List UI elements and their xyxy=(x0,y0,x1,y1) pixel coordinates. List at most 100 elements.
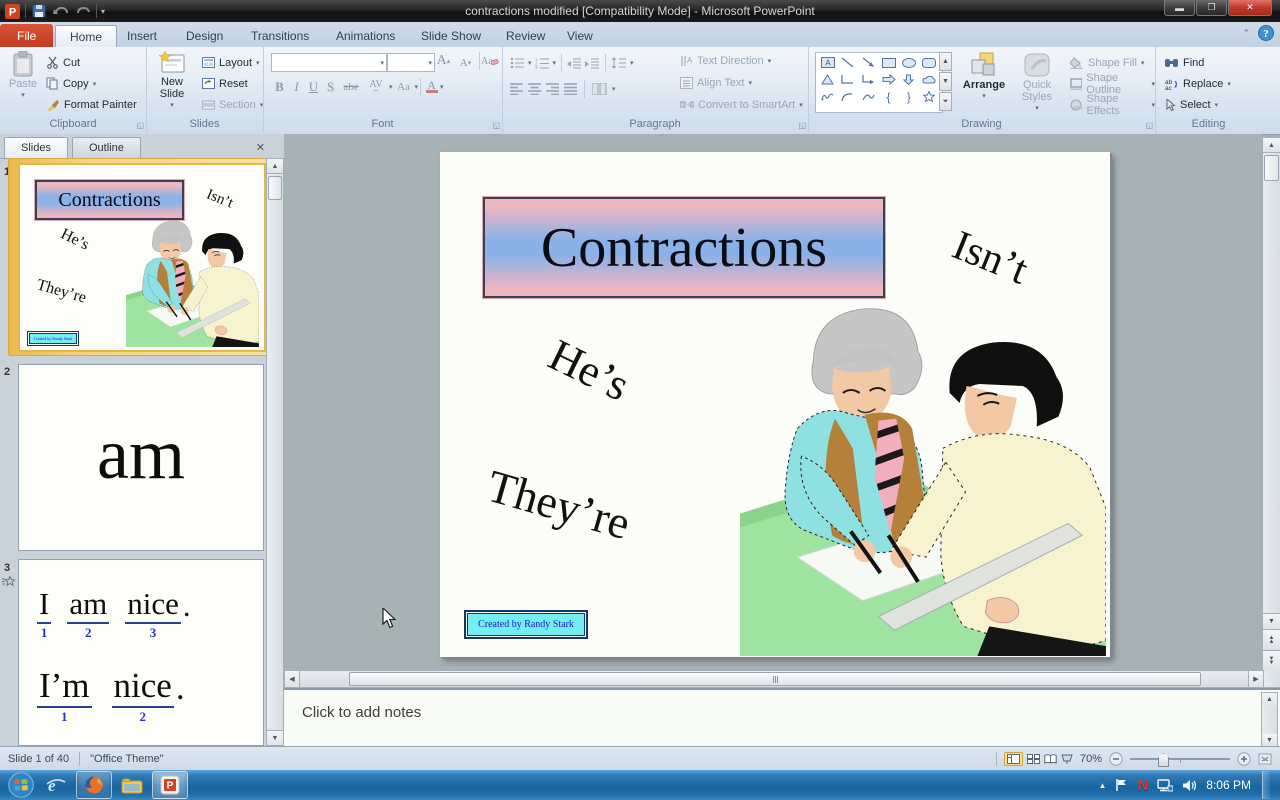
qat-customize-icon[interactable]: ▾ xyxy=(101,7,105,16)
shape-rectangle-icon[interactable] xyxy=(879,55,898,70)
shape-outline-button[interactable]: Shape Outline▾ xyxy=(1070,74,1155,93)
view-normal-button[interactable] xyxy=(1004,752,1023,766)
shapes-scroll-up-icon[interactable]: ▲ xyxy=(939,52,952,71)
action-center-flag-icon[interactable] xyxy=(1115,778,1128,792)
scroll-thumb[interactable] xyxy=(1264,155,1279,181)
shape-elbow-icon[interactable] xyxy=(838,72,857,87)
clear-formatting-icon[interactable]: Aa xyxy=(481,52,499,70)
shapes-scroll-down-icon[interactable]: ▼ xyxy=(939,72,952,91)
slide-thumbnail-2[interactable]: am xyxy=(18,364,264,551)
zoom-out-button[interactable] xyxy=(1109,752,1123,766)
shape-rounded-rectangle-icon[interactable] xyxy=(920,55,939,70)
start-button[interactable] xyxy=(6,771,36,799)
panel-scroll-up-icon[interactable]: ▲ xyxy=(267,159,283,174)
notes-scroll-up-icon[interactable]: ▲ xyxy=(1262,693,1277,706)
powerpoint-app-icon[interactable]: P xyxy=(3,3,21,19)
copy-button[interactable]: Copy▾ xyxy=(46,74,96,93)
fit-to-window-button[interactable] xyxy=(1258,753,1272,765)
zoom-level[interactable]: 70% xyxy=(1080,753,1102,765)
next-slide-button[interactable]: ▼▼ xyxy=(1263,650,1280,671)
change-case-icon[interactable]: Aa xyxy=(393,78,415,96)
undo-icon[interactable] xyxy=(52,3,70,19)
slide-credit-badge[interactable]: Created by Randy Stark xyxy=(467,613,585,636)
tab-review[interactable]: Review xyxy=(492,25,559,47)
tab-slides[interactable]: Slides xyxy=(4,137,68,158)
vertical-scrollbar[interactable]: ▲ ▼ ▲▲ ▼▼ xyxy=(1262,137,1280,688)
tab-file[interactable]: File xyxy=(0,24,53,47)
horizontal-scroll-thumb[interactable] xyxy=(349,672,1201,686)
decrease-indent-icon[interactable] xyxy=(567,57,582,69)
shrink-font-icon[interactable]: A▾ xyxy=(457,54,474,72)
shape-right-brace-icon[interactable]: } xyxy=(899,89,918,104)
notes-pane[interactable]: Click to add notes ▲ ▼ xyxy=(284,688,1280,748)
slide-canvas[interactable]: Contractions Isn’t He’s They’re xyxy=(440,152,1110,657)
shape-arc-icon[interactable] xyxy=(838,89,857,104)
underline-icon[interactable]: U xyxy=(305,78,322,96)
paste-button[interactable]: Paste▾ xyxy=(6,51,40,99)
tab-view[interactable]: View xyxy=(553,25,607,47)
quick-styles-button[interactable]: Quick Styles▾ xyxy=(1011,51,1063,112)
font-size-combo[interactable]: ▾ xyxy=(387,53,435,72)
horizontal-scrollbar[interactable]: ◀ ▶ xyxy=(284,670,1264,688)
help-icon[interactable]: ? xyxy=(1258,25,1274,41)
close-button[interactable]: ✕ xyxy=(1228,0,1272,16)
character-spacing-icon[interactable]: AV↔ xyxy=(363,78,389,96)
zoom-slider[interactable] xyxy=(1130,752,1230,766)
tab-animations[interactable]: Animations xyxy=(322,25,409,47)
font-name-combo[interactable]: ▾ xyxy=(271,53,387,72)
replace-button[interactable]: abac Replace▾ xyxy=(1165,74,1231,93)
slide-clipart[interactable] xyxy=(740,298,1106,656)
drawing-dialog-launcher-icon[interactable]: ◱ xyxy=(1145,121,1153,130)
taskbar-explorer-icon[interactable] xyxy=(115,772,149,798)
scroll-left-icon[interactable]: ◀ xyxy=(285,671,300,687)
align-left-icon[interactable] xyxy=(510,83,523,95)
grow-font-icon[interactable]: A▴ xyxy=(435,52,452,70)
panel-scroll-thumb[interactable] xyxy=(268,176,282,200)
line-spacing-icon[interactable] xyxy=(611,57,627,69)
align-center-icon[interactable] xyxy=(528,83,541,95)
align-text-button[interactable]: Align Text▾ xyxy=(680,73,752,92)
tab-design[interactable]: Design xyxy=(172,25,237,47)
panel-close-icon[interactable]: ✕ xyxy=(256,141,265,154)
tab-insert[interactable]: Insert xyxy=(113,25,171,47)
tab-home[interactable]: Home xyxy=(55,25,117,48)
font-dialog-launcher-icon[interactable]: ◱ xyxy=(492,121,500,130)
justify-icon[interactable] xyxy=(564,83,577,95)
increase-indent-icon[interactable] xyxy=(585,57,600,69)
zoom-slider-handle[interactable] xyxy=(1158,753,1169,767)
shape-effects-button[interactable]: Shape Effects▾ xyxy=(1070,95,1155,114)
format-painter-button[interactable]: Format Painter xyxy=(46,95,137,114)
shape-left-brace-icon[interactable]: { xyxy=(879,89,898,104)
select-button[interactable]: Select▾ xyxy=(1165,95,1218,114)
convert-smartart-button[interactable]: Convert to SmartArt▾ xyxy=(680,95,803,114)
italic-icon[interactable]: I xyxy=(288,78,305,96)
shape-line-icon[interactable] xyxy=(838,55,857,70)
columns-icon[interactable] xyxy=(592,83,607,95)
slide-word-isnt[interactable]: Isn’t xyxy=(946,221,1035,294)
find-button[interactable]: Find xyxy=(1165,53,1204,72)
cut-button[interactable]: Cut xyxy=(46,53,80,72)
slide-title[interactable]: Contractions xyxy=(483,197,885,298)
scroll-up-icon[interactable]: ▲ xyxy=(1263,138,1280,153)
shape-textbox-icon[interactable]: A xyxy=(818,55,837,70)
tray-n-icon[interactable]: N xyxy=(1137,777,1148,794)
taskbar-powerpoint-icon[interactable]: P xyxy=(152,771,188,799)
redo-icon[interactable] xyxy=(74,3,92,19)
restore-button[interactable]: ❐ xyxy=(1196,0,1227,16)
zoom-in-button[interactable] xyxy=(1237,752,1251,766)
previous-slide-button[interactable]: ▲▲ xyxy=(1263,629,1280,650)
panel-scrollbar[interactable]: ▲ ▼ xyxy=(266,158,284,746)
shapes-more-icon[interactable]: ⏷ xyxy=(939,92,952,111)
scroll-down-icon[interactable]: ▼ xyxy=(1263,613,1280,628)
numbering-icon[interactable]: 123 xyxy=(535,57,550,69)
notes-placeholder[interactable]: Click to add notes xyxy=(284,690,1280,721)
paragraph-dialog-launcher-icon[interactable]: ◱ xyxy=(798,121,806,130)
shape-down-arrow-icon[interactable] xyxy=(899,72,918,87)
shape-arrow-icon[interactable] xyxy=(859,55,878,70)
shape-cloud-icon[interactable] xyxy=(920,72,939,87)
shape-triangle-icon[interactable] xyxy=(818,72,837,87)
bullets-icon[interactable] xyxy=(510,57,525,69)
slide-word-theyre[interactable]: They’re xyxy=(482,459,637,550)
tab-transitions[interactable]: Transitions xyxy=(237,25,323,47)
section-button[interactable]: Section▾ xyxy=(202,95,263,114)
